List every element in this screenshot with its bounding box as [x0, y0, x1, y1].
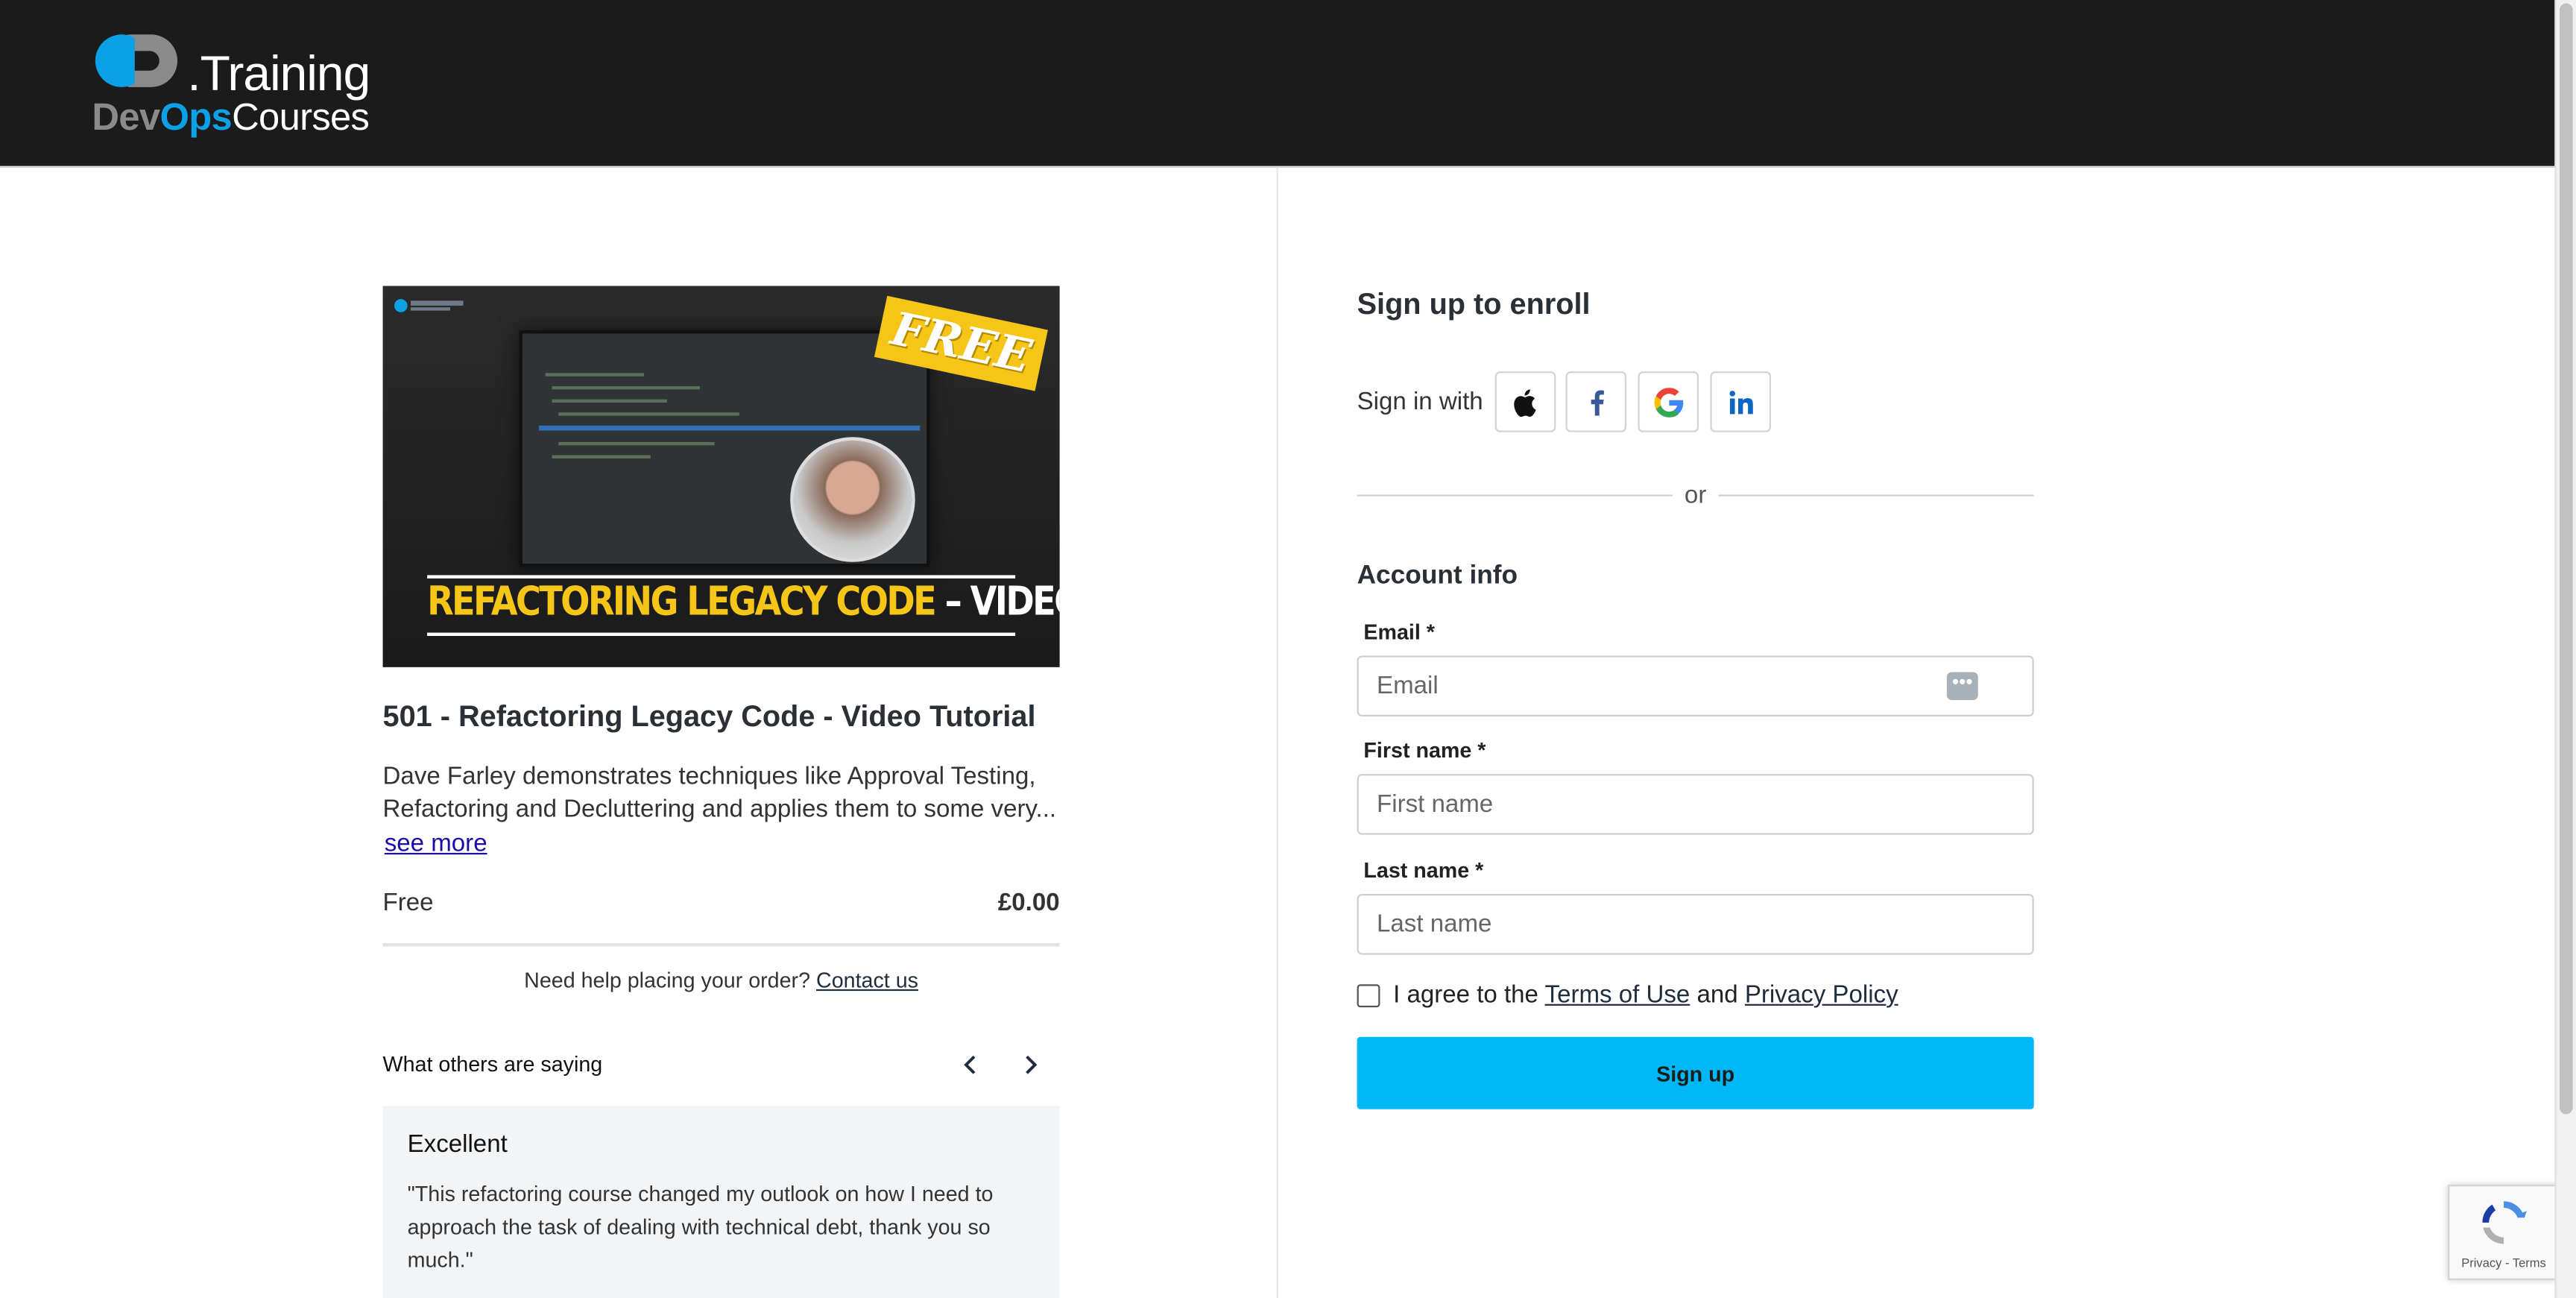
email-label: Email *	[1363, 619, 1435, 645]
first-name-label: First name *	[1363, 737, 1486, 763]
or-divider-left	[1357, 494, 1673, 497]
signup-title: Sign up to enroll	[1357, 287, 1591, 321]
or-label: or	[1684, 481, 1707, 510]
first-name-field-wrapper	[1357, 774, 2034, 835]
thumbnail-title: REFACTORING LEGACY CODE – VIDEO TUTORIAL	[427, 579, 1060, 625]
or-divider-right	[1718, 494, 2034, 497]
sign-in-with-label: Sign in with	[1357, 388, 1483, 416]
recaptcha-badge[interactable]: Privacy - Terms	[2448, 1185, 2558, 1280]
price-divider	[382, 943, 1060, 947]
last-name-field[interactable]	[1377, 895, 1919, 954]
chevron-right-icon[interactable]	[1015, 1048, 1045, 1081]
testimonial-card: Excellent "This refactoring course chang…	[382, 1106, 1060, 1298]
testimonials-heading: What others are saying	[382, 1051, 603, 1077]
course-thumbnail: FREE REFACTORING LEGACY CODE – VIDEO TUT…	[382, 286, 1060, 667]
recaptcha-icon	[2482, 1201, 2527, 1244]
scrollbar-thumb[interactable]	[2559, 3, 2573, 1115]
google-icon	[1653, 387, 1683, 417]
google-signin-button[interactable]	[1638, 371, 1699, 432]
contact-us-link[interactable]: Contact us	[816, 968, 918, 992]
linkedin-signin-button[interactable]	[1710, 371, 1772, 432]
course-title: 501 - Refactoring Legacy Code - Video Tu…	[382, 699, 1036, 734]
logo-mark-icon	[95, 34, 178, 87]
help-text: Need help placing your order? Contact us	[524, 968, 919, 993]
agree-text: I agree to the Terms of Use and Privacy …	[1393, 980, 1898, 1009]
thumbnail-logo-icon	[394, 299, 464, 312]
email-field[interactable]	[1377, 657, 1919, 715]
email-field-wrapper: •••	[1357, 655, 2034, 716]
first-name-field[interactable]	[1377, 775, 1919, 834]
password-manager-icon[interactable]: •••	[1946, 671, 1978, 700]
apple-signin-button[interactable]	[1494, 371, 1556, 432]
site-header: .Training DevOpsCourses	[0, 0, 2555, 168]
facebook-signin-button[interactable]	[1565, 371, 1627, 432]
price-value: £0.00	[997, 889, 1060, 917]
last-name-label: Last name *	[1363, 857, 1484, 883]
account-info-title: Account info	[1357, 561, 1518, 590]
site-logo[interactable]: .Training DevOpsCourses	[92, 22, 388, 140]
see-more-link[interactable]: see more	[385, 830, 487, 857]
facebook-icon	[1590, 389, 1603, 415]
privacy-policy-link[interactable]: Privacy Policy	[1745, 981, 1898, 1009]
course-description: Dave Farley demonstrates techniques like…	[382, 762, 1057, 824]
terms-of-use-link[interactable]: Terms of Use	[1545, 981, 1690, 1009]
testimonial-title: Excellent	[407, 1130, 508, 1159]
apple-icon	[1513, 388, 1535, 417]
testimonial-text: "This refactoring course changed my outl…	[407, 1181, 994, 1272]
presenter-photo	[790, 437, 915, 562]
recaptcha-links[interactable]: Privacy - Terms	[2449, 1256, 2557, 1270]
agree-checkbox[interactable]	[1357, 984, 1380, 1008]
page-root: .Training DevOpsCourses FREE REFACTORING…	[0, 0, 2576, 1298]
linkedin-icon	[1729, 390, 1752, 414]
sign-up-button[interactable]: Sign up	[1357, 1036, 2034, 1109]
chevron-left-icon[interactable]	[956, 1048, 986, 1081]
column-divider	[1276, 167, 1278, 1298]
logo-devops-text: DevOpsCourses	[92, 95, 370, 139]
last-name-field-wrapper	[1357, 894, 2034, 955]
price-label: Free	[382, 889, 434, 917]
